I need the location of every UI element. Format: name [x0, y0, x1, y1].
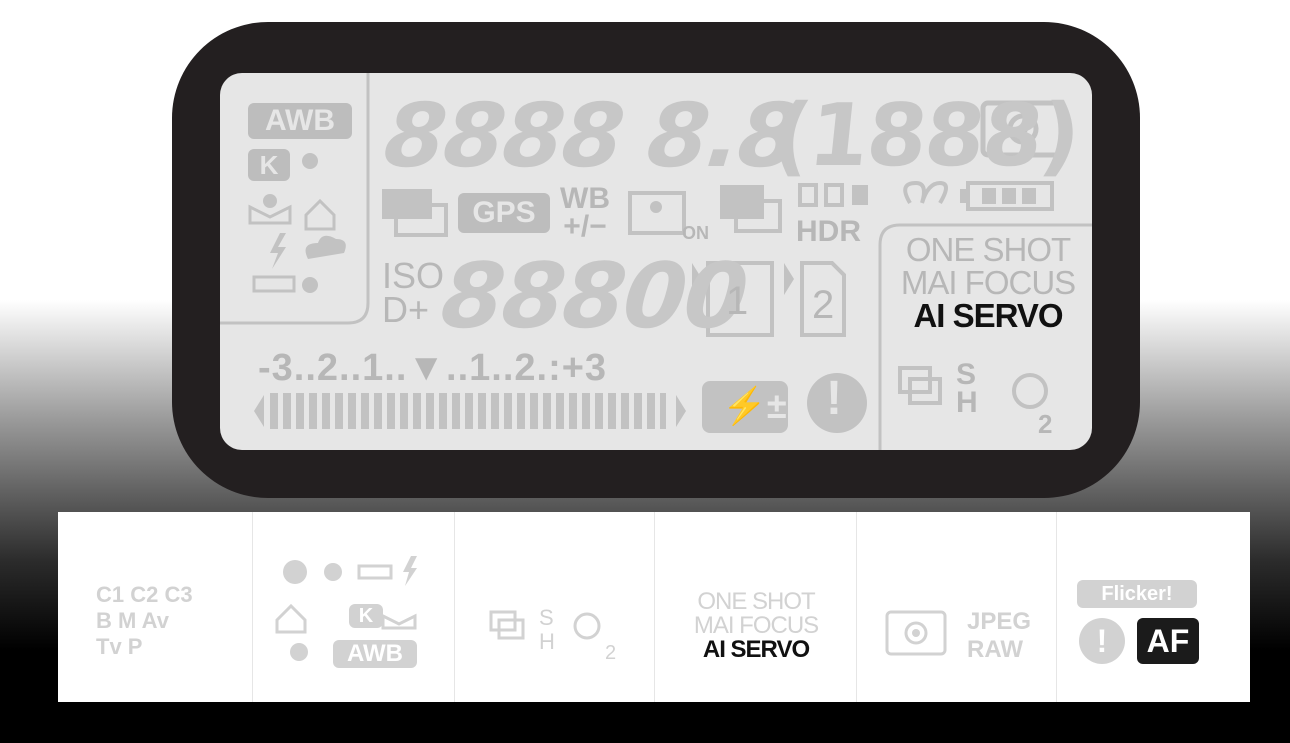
af-one-shot: ONE SHOT [697, 588, 815, 615]
awb-icon: AWB [333, 640, 417, 668]
hdr-icon: HDR [796, 215, 861, 248]
af-cell: ONE SHOT MAI FOCUS AI SERVO [654, 512, 857, 702]
mode-row2: B M Av [96, 608, 169, 633]
self-timer-label: 2 [1038, 409, 1053, 439]
c2-icon: C2 [130, 582, 159, 607]
warning-icon: ! [826, 372, 842, 425]
self-timer-label: 2 [605, 642, 617, 664]
flash-comp-icon: ⚡± [722, 385, 787, 426]
af-icon: AF [1137, 618, 1199, 664]
mode-row3: Tv P [96, 634, 143, 659]
flicker-icon: Flicker! [1077, 580, 1197, 608]
awb-icon: AWB [248, 103, 352, 139]
gps-icon: GPS [458, 193, 550, 233]
warning-icon: ! [1079, 618, 1125, 664]
drive-cell: SH 2 [454, 512, 655, 702]
kelvin-icon: K [349, 604, 383, 628]
af-mai-focus: MAI FOCUS [900, 264, 1076, 301]
af-ai-servo: AI SERVO [913, 297, 1063, 334]
drive-speed: SH [956, 358, 978, 419]
kelvin-icon: K [248, 149, 290, 181]
card1-label: 1 [726, 279, 749, 323]
iso-label: ISO D+ [382, 255, 445, 330]
exposure-scale: -3..2..1..▼..1..2.:+3 [258, 347, 608, 389]
c1-icon: C1 [96, 582, 125, 607]
quality-cell: JPEG RAW [856, 512, 1057, 702]
af-mai-focus: MAI FOCUS [693, 612, 819, 639]
on-label: ON [682, 223, 709, 243]
wb-cell: K AWB [252, 512, 455, 702]
af-one-shot: ONE SHOT [905, 231, 1071, 268]
icon-legend-panel: C1 C2 C3 B M Av Tv P K AWB SH 2 ONE SHOT… [58, 512, 1250, 702]
af-ai-servo: AI SERVO [702, 636, 810, 663]
card2-label: 2 [812, 283, 835, 327]
iso-readout: 88800 [436, 244, 751, 349]
shooting-modes-cell: C1 C2 C3 B M Av Tv P [58, 512, 252, 702]
drive-speed: SH [539, 605, 555, 654]
flicker-cell: Flicker! ! AF [1056, 512, 1251, 702]
wb-shift-icon: WB +/− [560, 182, 610, 243]
shots-remaining-readout: (1888) [766, 86, 1084, 186]
lcd-screen: AWB K 8888 8.8 (1888) GPS WB +/− ON HDR I… [220, 73, 1092, 450]
c3-icon: C3 [164, 582, 193, 607]
quality-label: JPEG RAW [967, 608, 1032, 663]
af-mode-list: ONE SHOT MAI FOCUS AI SERVO [888, 233, 1088, 332]
shutter-speed-readout: 8888 [379, 84, 628, 187]
